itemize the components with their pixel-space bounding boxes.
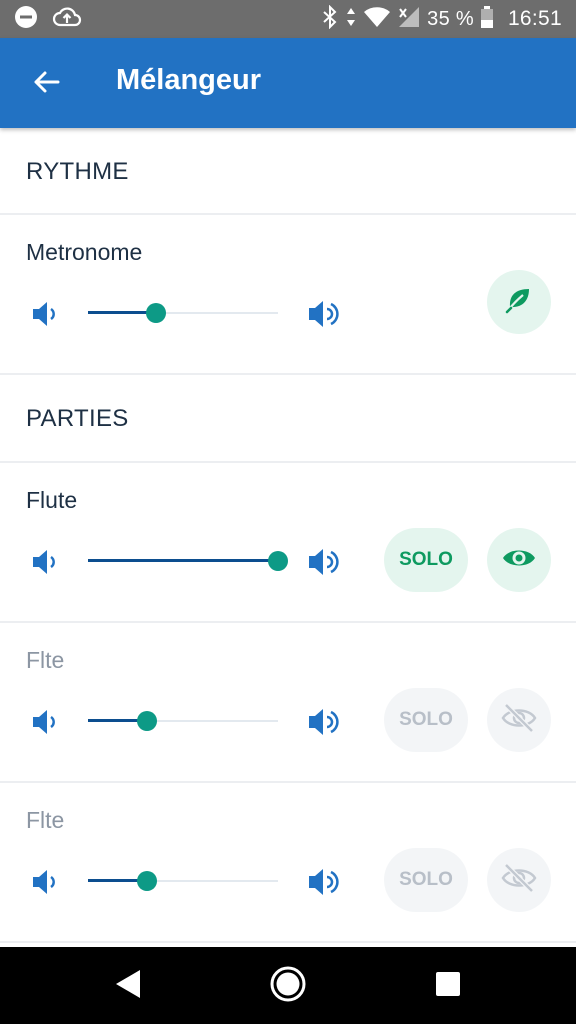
volume-slider[interactable]: [88, 549, 288, 573]
track-name: Flute: [26, 487, 78, 513]
nav-back-button[interactable]: [106, 964, 150, 1008]
battery-icon: [480, 5, 494, 34]
section-header-parts: PARTIES: [0, 375, 576, 463]
eye-icon: [501, 546, 537, 575]
mixer-content: RYTHME Metronome PARTIES Flute SOLO Flte…: [0, 128, 576, 943]
slider-thumb[interactable]: [268, 551, 288, 571]
track-name: Flte: [26, 647, 65, 673]
track-row: Metronome: [0, 215, 576, 375]
back-button[interactable]: [24, 62, 68, 106]
volume-up-icon[interactable]: [306, 297, 342, 331]
volume-up-icon[interactable]: [306, 545, 342, 579]
visibility-toggle-button[interactable]: [487, 528, 551, 592]
section-header-rhythm: RYTHME: [0, 128, 576, 215]
leaf-icon: [504, 285, 534, 320]
signal-icon: [397, 5, 421, 34]
volume-slider[interactable]: [88, 301, 278, 325]
battery-percent: 35 %: [427, 7, 474, 30]
solo-button[interactable]: SOLO: [384, 528, 468, 592]
status-bar: 35 % 16:51: [0, 0, 576, 38]
visibility-toggle-button[interactable]: [487, 688, 551, 752]
volume-slider[interactable]: [88, 709, 278, 733]
volume-down-icon[interactable]: [30, 867, 60, 897]
back-triangle-icon: [114, 968, 142, 1005]
slider-thumb[interactable]: [137, 711, 157, 731]
slider-thumb[interactable]: [137, 871, 157, 891]
volume-slider[interactable]: [88, 869, 278, 893]
solo-button[interactable]: SOLO: [384, 688, 468, 752]
cloud-upload-icon: [52, 5, 82, 34]
slider-thumb[interactable]: [146, 303, 166, 323]
track-name: Flte: [26, 807, 65, 833]
eye-off-icon: [501, 702, 537, 738]
nav-home-button[interactable]: [266, 964, 310, 1008]
eye-off-icon: [501, 862, 537, 898]
metronome-toggle-button[interactable]: [487, 270, 551, 334]
nav-recents-button[interactable]: [426, 964, 470, 1008]
do-not-disturb-icon: [14, 5, 38, 34]
app-bar: Mélangeur: [0, 38, 576, 128]
volume-down-icon[interactable]: [30, 707, 60, 737]
visibility-toggle-button[interactable]: [487, 848, 551, 912]
arrow-back-icon: [32, 68, 60, 101]
status-left-icons: [14, 5, 82, 34]
track-row: Flte SOLO: [0, 783, 576, 943]
navigation-bar: [0, 947, 576, 1024]
track-row: Flute SOLO: [0, 463, 576, 623]
slider-fill: [88, 559, 278, 562]
solo-button[interactable]: SOLO: [384, 848, 468, 912]
section-title: RYTHME: [26, 158, 129, 185]
volume-down-icon[interactable]: [30, 547, 60, 577]
bluetooth-icon: [321, 4, 339, 34]
track-name: Metronome: [26, 239, 143, 265]
track-row: Flte SOLO: [0, 623, 576, 783]
volume-down-icon[interactable]: [30, 299, 60, 329]
data-arrows-icon: [345, 5, 357, 34]
status-right-icons: 35 % 16:51: [321, 0, 562, 38]
volume-up-icon[interactable]: [306, 865, 342, 899]
recents-square-icon: [435, 971, 461, 1002]
clock: 16:51: [507, 7, 562, 30]
page-title: Mélangeur: [116, 64, 262, 96]
volume-up-icon[interactable]: [306, 705, 342, 739]
wifi-icon: [363, 5, 391, 34]
home-circle-icon: [269, 965, 307, 1008]
section-title: PARTIES: [26, 405, 129, 432]
